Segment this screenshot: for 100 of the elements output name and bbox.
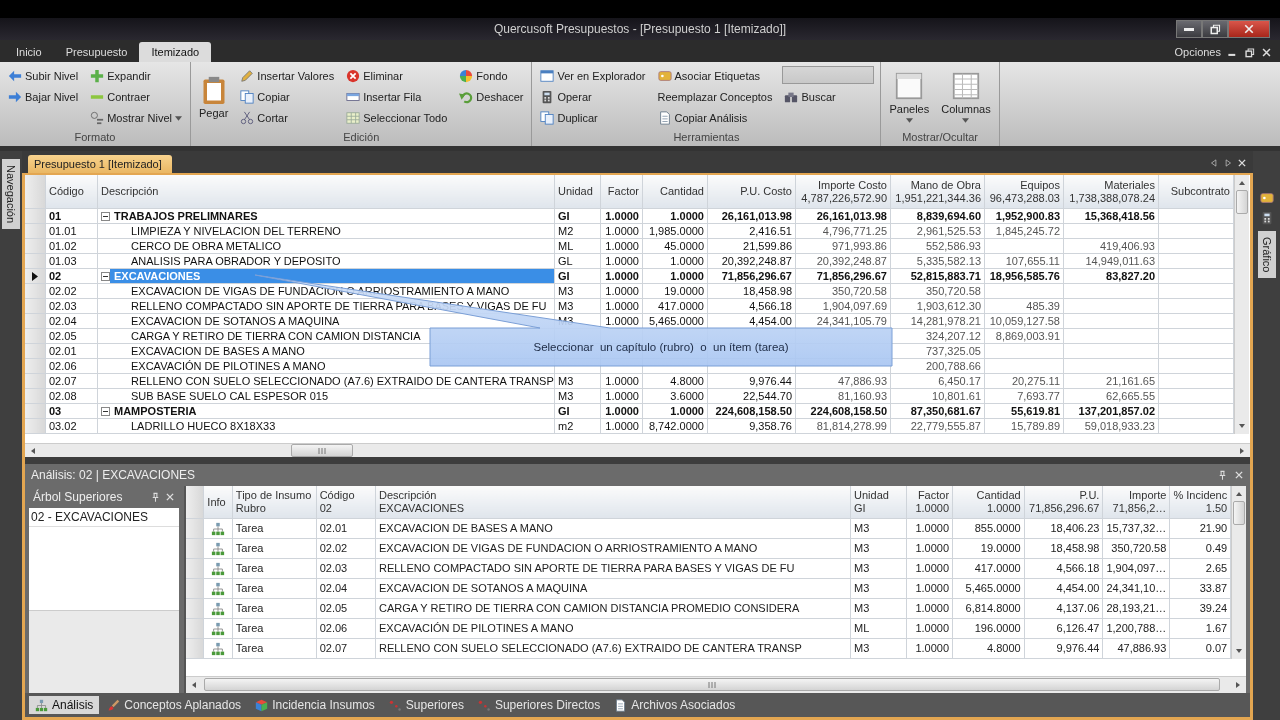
column-header[interactable]: Mano de Obra 1,951,221,344.36 bbox=[890, 175, 985, 209]
close-icon[interactable] bbox=[1261, 46, 1272, 58]
search-field[interactable] bbox=[782, 66, 875, 84]
ribbon-button[interactable]: Copiar bbox=[238, 87, 337, 107]
dock-tab[interactable]: Gráfico bbox=[1257, 231, 1276, 279]
ribbon-tab[interactable]: Itemizado bbox=[139, 42, 212, 62]
tree-item[interactable]: 02 - EXCAVACIONES bbox=[29, 508, 179, 527]
column-header[interactable]: Tipo de Insumo Rubro bbox=[232, 486, 317, 519]
column-header[interactable]: Descripción EXCAVACIONES bbox=[375, 486, 851, 519]
dots-icon bbox=[477, 698, 491, 712]
vertical-scrollbar[interactable] bbox=[1234, 175, 1249, 434]
table-cell: GL bbox=[554, 253, 601, 269]
ribbon-button[interactable]: Paneles bbox=[887, 66, 932, 128]
ribbon-button[interactable]: Buscar bbox=[782, 87, 875, 107]
panel-tab[interactable]: Superiores Directos bbox=[471, 696, 607, 714]
close-icon[interactable] bbox=[1237, 158, 1247, 168]
ribbon-button[interactable]: Ver en Explorador bbox=[538, 66, 648, 86]
ribbon-tab[interactable]: Presupuesto bbox=[53, 42, 140, 62]
column-header[interactable]: Importe Costo 4,787,226,572.90 bbox=[795, 175, 891, 209]
column-header[interactable]: Descripción bbox=[97, 175, 555, 209]
ribbon-button[interactable]: Seleccionar Todo bbox=[344, 108, 450, 128]
scroll-left-icon[interactable] bbox=[29, 446, 37, 455]
scroll-right-icon[interactable] bbox=[1238, 446, 1246, 455]
ribbon-tab[interactable]: Inicio bbox=[4, 42, 54, 62]
table-cell: M2 bbox=[554, 223, 601, 239]
column-header[interactable]: Factor 1.0000 bbox=[906, 486, 953, 519]
column-header[interactable]: Cantidad 1.0000 bbox=[952, 486, 1025, 519]
table-cell: 1.0000 bbox=[600, 373, 643, 389]
scroll-left-icon[interactable] bbox=[190, 680, 198, 689]
ribbon-button[interactable]: Asociar Etiquetas bbox=[655, 66, 775, 86]
column-header[interactable]: P.U. Costo bbox=[707, 175, 796, 209]
column-header[interactable]: P.U. 71,856,296.67 bbox=[1024, 486, 1103, 519]
options-menu[interactable]: Opciones bbox=[1174, 46, 1221, 58]
panel-tab[interactable]: Incidencia Insumos bbox=[249, 696, 381, 714]
scroll-up-icon[interactable] bbox=[1238, 179, 1246, 187]
triangle-right-icon[interactable] bbox=[1223, 158, 1233, 168]
ribbon-button[interactable]: Duplicar bbox=[538, 108, 648, 128]
ribbon-button[interactable]: Bajar Nivel bbox=[6, 87, 81, 107]
collapse-icon[interactable] bbox=[101, 406, 110, 416]
pin-icon[interactable] bbox=[150, 491, 161, 503]
ribbon-button[interactable]: Mostrar Nivel bbox=[88, 108, 184, 128]
column-header[interactable]: Unidad bbox=[554, 175, 601, 209]
scroll-thumb[interactable] bbox=[291, 444, 353, 457]
ribbon-button[interactable]: Insertar Valores bbox=[238, 66, 337, 86]
column-header[interactable]: Subcontrato bbox=[1158, 175, 1234, 209]
ribbon-button[interactable]: Expandir bbox=[88, 66, 184, 86]
horizontal-scrollbar[interactable] bbox=[29, 609, 179, 693]
pin-icon[interactable] bbox=[1217, 469, 1228, 481]
panel-tab[interactable]: Conceptos Aplanados bbox=[101, 696, 248, 714]
panel-tab[interactable]: Archivos Asociados bbox=[608, 696, 742, 714]
dock-tab[interactable]: Navegación bbox=[2, 159, 20, 230]
column-header[interactable]: Equipos 96,473,288.03 bbox=[984, 175, 1064, 209]
table-cell: Tarea bbox=[232, 618, 317, 639]
horizontal-scrollbar[interactable] bbox=[25, 443, 1250, 457]
minimize-button[interactable] bbox=[1176, 20, 1202, 38]
scroll-down-icon[interactable] bbox=[1235, 647, 1244, 655]
column-header[interactable]: Código bbox=[45, 175, 98, 209]
scroll-up-icon[interactable] bbox=[1235, 490, 1244, 498]
ribbon-button[interactable]: Reemplazar Conceptos bbox=[655, 87, 775, 107]
table-cell: 28,193,21… bbox=[1102, 598, 1170, 619]
column-header[interactable]: Importe 71,856,2… bbox=[1102, 486, 1170, 519]
ribbon-button[interactable]: Pegar bbox=[197, 66, 231, 128]
scroll-thumb[interactable] bbox=[204, 678, 1220, 692]
collapse-icon[interactable] bbox=[101, 211, 110, 221]
restore-icon[interactable] bbox=[1244, 46, 1255, 58]
table-cell: 18,458.98 bbox=[1024, 538, 1103, 559]
column-header[interactable]: Info bbox=[203, 486, 233, 519]
ribbon-button[interactable]: Eliminar bbox=[344, 66, 450, 86]
collapse-icon[interactable] bbox=[101, 271, 110, 281]
column-header[interactable]: Cantidad bbox=[642, 175, 708, 209]
ribbon-button[interactable]: Insertar Fila bbox=[344, 87, 450, 107]
column-header[interactable]: Código 02 bbox=[316, 486, 376, 519]
ribbon-button[interactable]: Copiar Análisis bbox=[655, 108, 775, 128]
table-icon bbox=[952, 71, 980, 100]
panel-tab[interactable]: Análisis bbox=[29, 696, 100, 714]
column-header[interactable]: % Incidenc 1.50 bbox=[1169, 486, 1231, 519]
close-button[interactable] bbox=[1228, 20, 1270, 38]
column-header[interactable]: Materiales 1,738,388,078.24 bbox=[1063, 175, 1159, 209]
horizontal-scrollbar[interactable] bbox=[186, 675, 1246, 693]
ribbon-button[interactable]: Deshacer bbox=[457, 87, 526, 107]
scroll-down-icon[interactable] bbox=[1238, 422, 1246, 430]
ribbon-button[interactable]: Cortar bbox=[238, 108, 337, 128]
ribbon-button[interactable]: Contraer bbox=[88, 87, 184, 107]
ribbon-button[interactable]: Subir Nivel bbox=[6, 66, 81, 86]
table-cell: 1.0000 bbox=[600, 403, 643, 419]
tag-icon[interactable] bbox=[1259, 191, 1274, 205]
scroll-thumb[interactable] bbox=[1233, 501, 1246, 525]
column-header[interactable]: Factor bbox=[600, 175, 643, 209]
ribbon-button[interactable]: Operar bbox=[538, 87, 648, 107]
column-header[interactable]: Unidad GI bbox=[850, 486, 907, 519]
triangle-left-icon[interactable] bbox=[1209, 158, 1219, 168]
vertical-scrollbar[interactable] bbox=[1231, 486, 1246, 659]
document-tab[interactable]: Presupuesto 1 [Itemizado] bbox=[28, 155, 172, 173]
ribbon-button[interactable]: Fondo bbox=[457, 66, 526, 86]
ribbon-button[interactable]: Columnas bbox=[939, 66, 993, 128]
maximize-button[interactable] bbox=[1202, 20, 1228, 38]
scroll-thumb[interactable] bbox=[1236, 190, 1248, 214]
table-cell: 47,886.93 bbox=[795, 373, 891, 389]
scroll-right-icon[interactable] bbox=[1234, 680, 1242, 689]
panel-tab[interactable]: Superiores bbox=[382, 696, 470, 714]
